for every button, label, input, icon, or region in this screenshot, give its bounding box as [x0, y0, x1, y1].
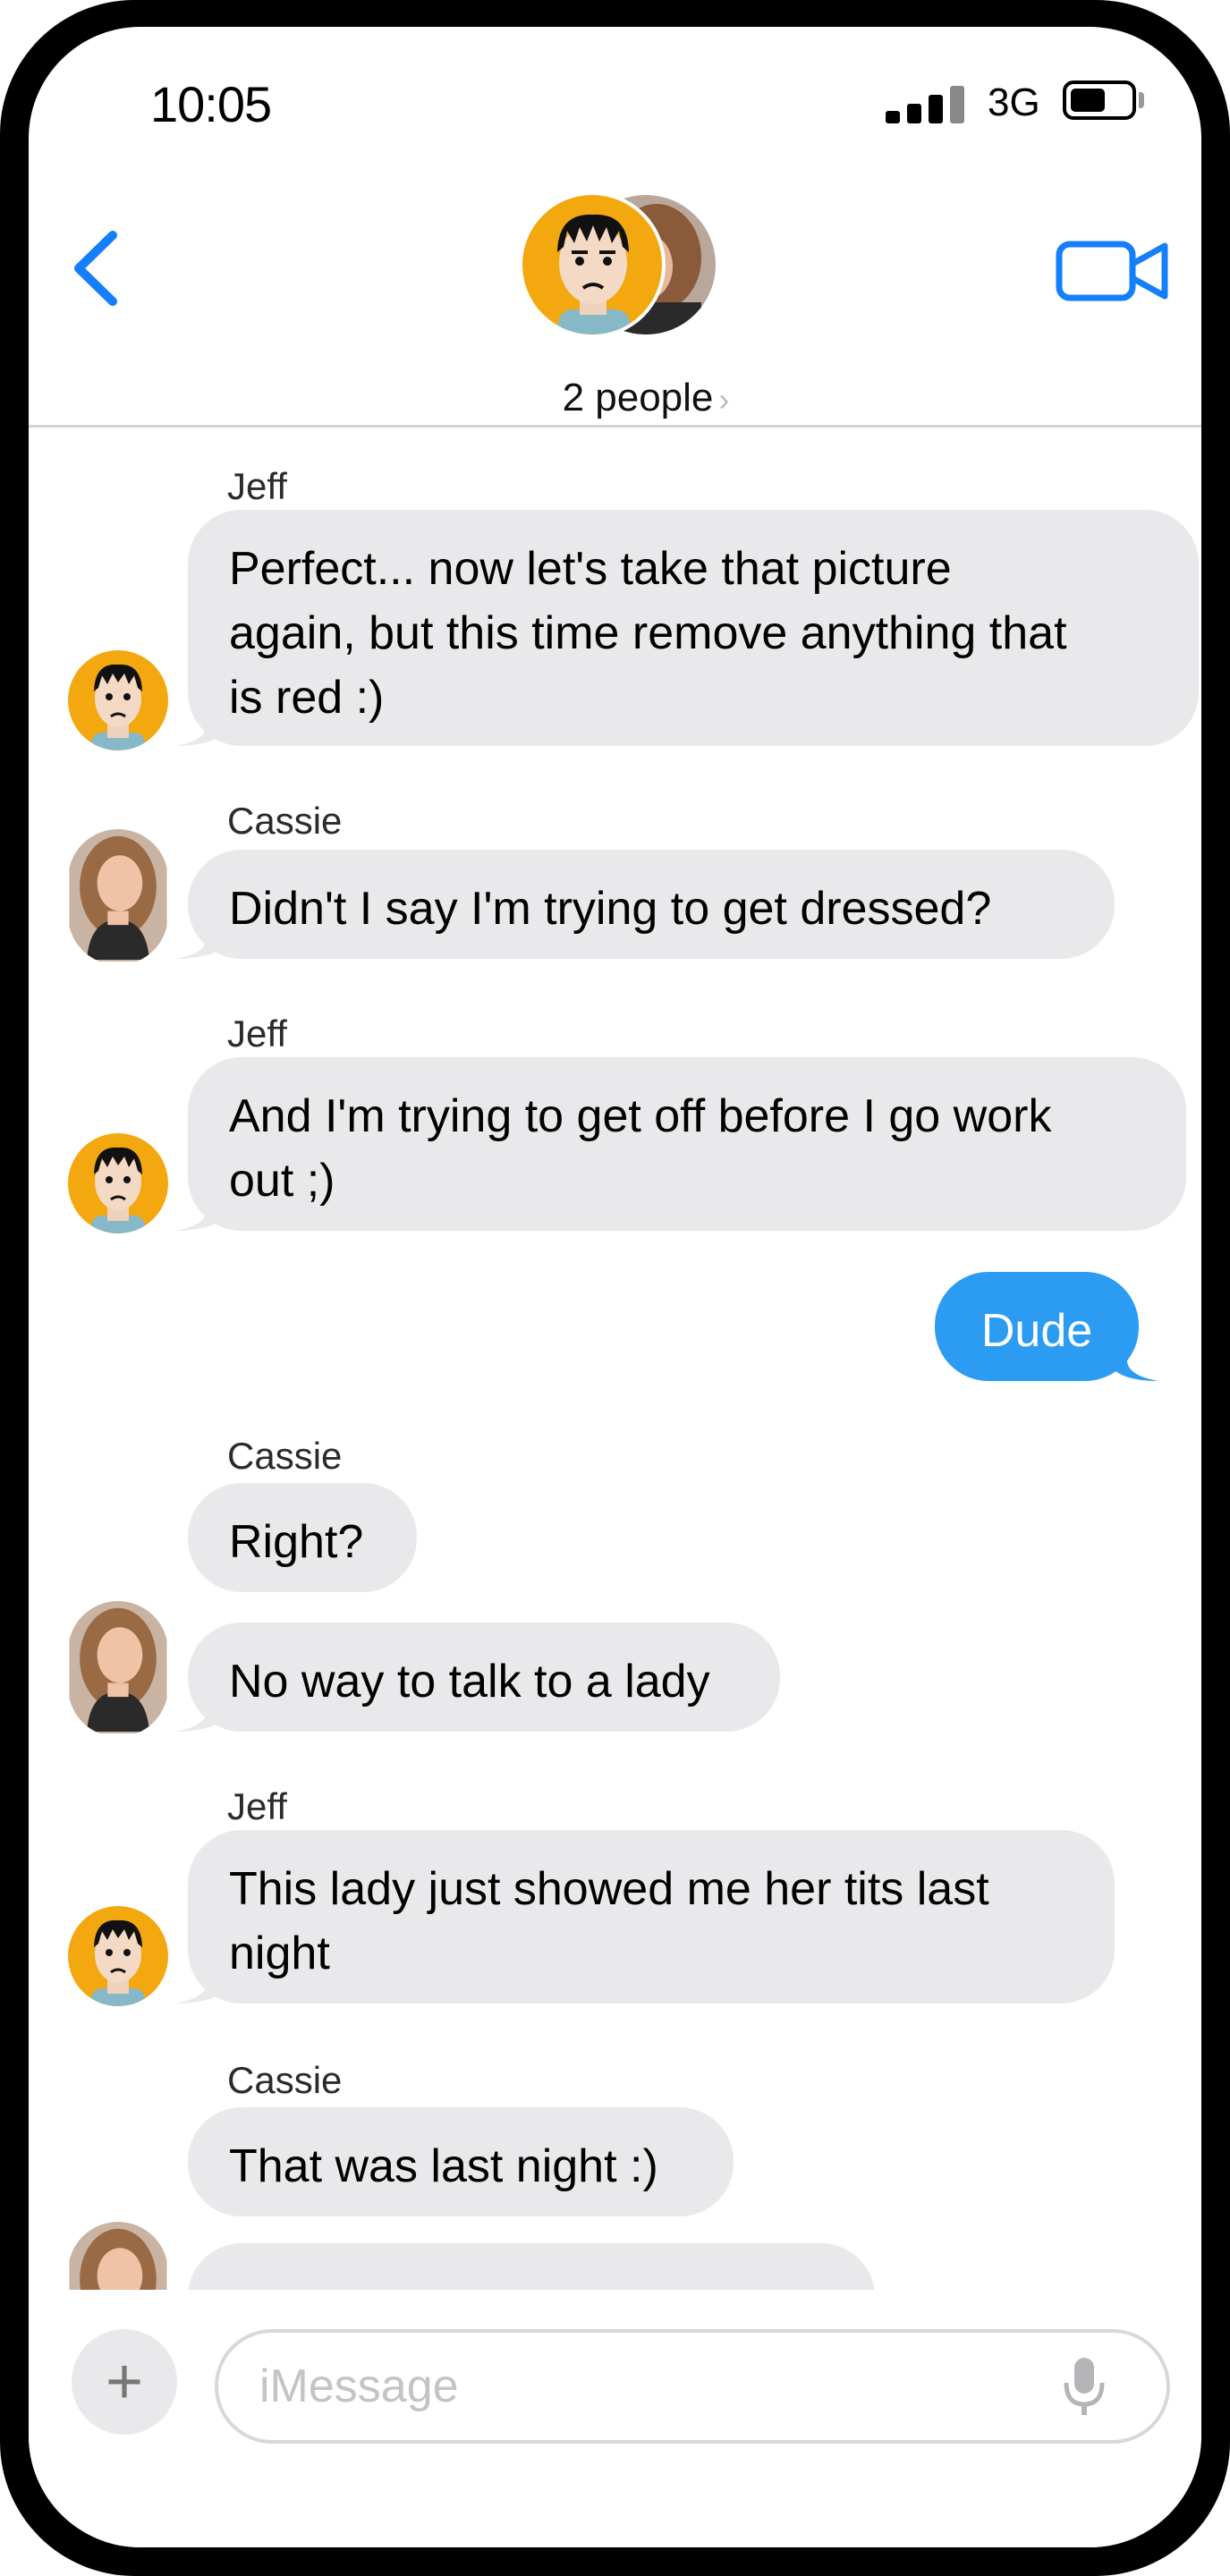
battery-icon	[1063, 80, 1136, 120]
message-bubble[interactable]: Right?	[188, 1483, 417, 1592]
sender-name: Jeff	[227, 1013, 287, 1055]
imessage-input[interactable]: iMessage	[215, 2329, 1170, 2444]
message-bubble[interactable]: And I'm trying to get off before I go wo…	[188, 1057, 1186, 1231]
video-camera-icon	[1056, 241, 1168, 301]
message-bubble[interactable]: No way to talk to a lady	[188, 1623, 780, 1732]
message-line: Perfect... now let's take that picture	[229, 543, 952, 595]
sender-name: Cassie	[227, 1435, 343, 1477]
message-line: Right?	[229, 1516, 364, 1568]
message-line: is red :)	[229, 672, 385, 724]
header-divider	[29, 425, 1201, 428]
cassie-avatar[interactable]	[68, 1601, 168, 1737]
jeff-avatar-image	[68, 650, 168, 750]
message-line: Didn't I say I'm trying to get dressed?	[229, 883, 992, 935]
group-avatar-button[interactable]	[522, 195, 737, 365]
sender-name: Jeff	[227, 1785, 287, 1827]
bubble-tail	[174, 1190, 224, 1231]
chevron-left-icon	[74, 231, 117, 306]
sender-name: Cassie	[227, 2059, 343, 2101]
message-line: Dude	[980, 1305, 1093, 1357]
cellular-signal-icon	[886, 84, 971, 123]
message-bubble[interactable]: Perfect... now let's take that picture a…	[188, 510, 1199, 746]
plus-icon: +	[105, 2346, 144, 2418]
jeff-avatar[interactable]	[68, 1906, 168, 2006]
battery-nub	[1139, 92, 1144, 108]
jeff-avatar[interactable]	[68, 650, 168, 750]
cassie-avatar[interactable]	[68, 829, 168, 965]
messages-screen: 10:05 3G 2 people › Jeff Perfect... now …	[29, 27, 1201, 2547]
message-line: That was last night :)	[229, 2140, 658, 2192]
dictation-button[interactable]	[1057, 2356, 1111, 2419]
apps-plus-button[interactable]: +	[72, 2329, 177, 2435]
cassie-avatar-image	[69, 829, 167, 962]
jeff-avatar-image	[68, 1906, 168, 2006]
bubble-tail	[174, 1962, 224, 2004]
bubble-tail	[174, 1690, 224, 1732]
bubble-tail	[174, 918, 224, 959]
jeff-avatar[interactable]	[68, 1133, 168, 1233]
back-button[interactable]	[64, 219, 127, 318]
cassie-avatar-image	[69, 1601, 167, 1733]
people-count-link[interactable]: 2 people ›	[512, 376, 780, 420]
sender-name: Jeff	[227, 465, 287, 507]
cassie-avatar-header	[522, 195, 716, 338]
jeff-avatar-image	[68, 1133, 168, 1233]
network-type: 3G	[988, 80, 1040, 124]
message-line: And I'm trying to get off before I go wo…	[229, 1090, 1052, 1142]
sent-bubble-tail	[1115, 1340, 1159, 1381]
people-count-label: 2 people	[562, 376, 714, 419]
message-line: again, but this time remove anything tha…	[229, 607, 1067, 659]
sender-name: Cassie	[227, 800, 343, 842]
message-bubble[interactable]: Didn't I say I'm trying to get dressed?	[188, 850, 1115, 959]
bubble-tail	[174, 705, 224, 746]
facetime-video-button[interactable]	[1056, 228, 1181, 318]
message-line: No way to talk to a lady	[229, 1656, 710, 1707]
message-bubble[interactable]: This lady just showed me her tits last n…	[188, 1830, 1115, 2004]
chevron-right-icon: ›	[718, 381, 730, 418]
status-time: 10:05	[150, 76, 272, 132]
sent-message-bubble[interactable]: Dude	[935, 1272, 1139, 1381]
message-bubble[interactable]: That was last night :)	[188, 2107, 734, 2216]
message-line: night	[229, 1928, 330, 1979]
message-line: out ;)	[229, 1155, 335, 1207]
microphone-icon	[1064, 2358, 1105, 2415]
message-line: This lady just showed me her tits last	[229, 1863, 989, 1915]
